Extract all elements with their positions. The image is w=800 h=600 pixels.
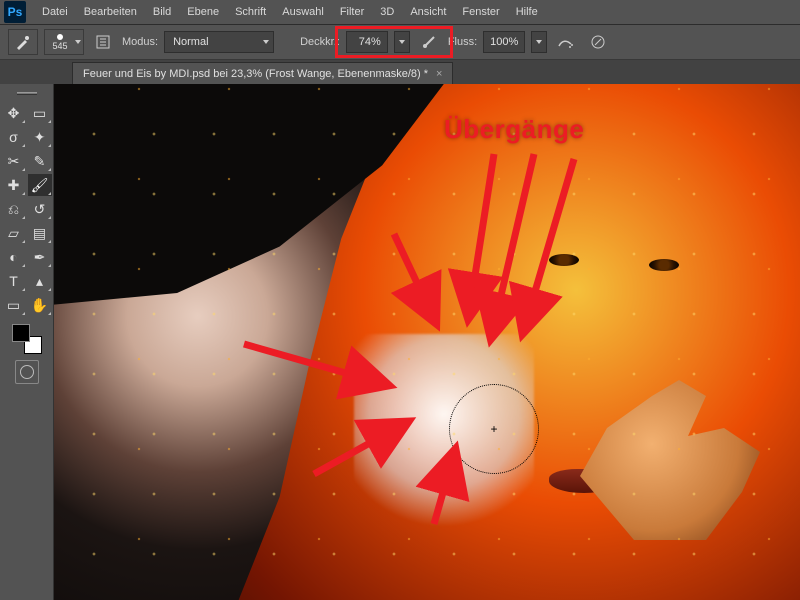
color-swatches[interactable] xyxy=(12,324,42,354)
airbrush-toggle[interactable] xyxy=(553,31,579,53)
shape-tool[interactable]: ▭ xyxy=(2,294,26,316)
submenu-indicator-icon xyxy=(48,240,51,243)
submenu-indicator-icon xyxy=(22,264,25,267)
flow-value: 100% xyxy=(490,36,518,48)
submenu-indicator-icon xyxy=(48,168,51,171)
move-tool[interactable]: ✥ xyxy=(2,102,26,124)
close-icon[interactable]: × xyxy=(436,68,442,80)
crop-tool[interactable]: ✂ xyxy=(2,150,26,172)
menu-window[interactable]: Fenster xyxy=(454,6,507,18)
clone-stamp-tool[interactable]: ⎌ xyxy=(2,198,26,220)
submenu-indicator-icon xyxy=(48,312,51,315)
menu-help[interactable]: Hilfe xyxy=(508,6,546,18)
submenu-indicator-icon xyxy=(22,240,25,243)
chevron-down-icon xyxy=(75,40,81,44)
blend-mode-label: Modus: xyxy=(122,36,158,48)
flow-label: Fluss: xyxy=(448,36,477,48)
opacity-value: 74% xyxy=(359,36,381,48)
menu-file[interactable]: Datei xyxy=(34,6,76,18)
submenu-indicator-icon xyxy=(22,144,25,147)
eyedropper-tool[interactable]: ✎ xyxy=(28,150,52,172)
foreground-color-swatch[interactable] xyxy=(12,324,30,342)
opacity-input[interactable]: 74% xyxy=(346,31,388,53)
submenu-indicator-icon xyxy=(48,120,51,123)
brush-panel-toggle[interactable] xyxy=(90,31,116,53)
submenu-indicator-icon xyxy=(22,312,25,315)
quick-mask-toggle[interactable] xyxy=(15,360,39,384)
submenu-indicator-icon xyxy=(48,216,51,219)
document-tab-strip: Feuer und Eis by MDI.psd bei 23,3% (Fros… xyxy=(0,60,800,84)
submenu-indicator-icon xyxy=(48,264,51,267)
tool-preset-picker[interactable] xyxy=(8,29,38,55)
app-logo: Ps xyxy=(4,1,26,23)
menu-edit[interactable]: Bearbeiten xyxy=(76,6,145,18)
submenu-indicator-icon xyxy=(22,120,25,123)
canvas-area[interactable]: Übergänge xyxy=(54,84,800,600)
hand-tool[interactable]: ✋ xyxy=(28,294,52,316)
submenu-indicator-icon xyxy=(48,144,51,147)
chevron-down-icon xyxy=(399,40,405,44)
submenu-indicator-icon xyxy=(22,192,25,195)
menu-view[interactable]: Ansicht xyxy=(402,6,454,18)
type-tool[interactable]: T xyxy=(2,270,26,292)
menu-layer[interactable]: Ebene xyxy=(179,6,227,18)
flow-dropdown[interactable] xyxy=(531,31,547,53)
submenu-indicator-icon xyxy=(22,288,25,291)
blend-mode-select[interactable]: Normal xyxy=(164,31,274,53)
chevron-down-icon xyxy=(263,40,269,44)
menu-filter[interactable]: Filter xyxy=(332,6,372,18)
marquee-tool[interactable]: ▭ xyxy=(28,102,52,124)
menu-select[interactable]: Auswahl xyxy=(274,6,332,18)
document-tab[interactable]: Feuer und Eis by MDI.psd bei 23,3% (Fros… xyxy=(72,62,453,84)
panel-grip[interactable] xyxy=(3,88,51,98)
submenu-indicator-icon xyxy=(48,288,51,291)
path-selection-tool[interactable]: ▴ xyxy=(28,270,52,292)
menu-image[interactable]: Bild xyxy=(145,6,179,18)
history-brush-tool[interactable]: ↺ xyxy=(28,198,52,220)
pressure-opacity-toggle[interactable] xyxy=(416,31,442,53)
magic-wand-tool[interactable]: ✦ xyxy=(28,126,52,148)
options-bar: 545 Modus: Normal Deckkr.: 74% Fluss: 10… xyxy=(0,24,800,60)
tutorial-arrow xyxy=(54,84,800,600)
submenu-indicator-icon xyxy=(48,192,51,195)
document-tab-title: Feuer und Eis by MDI.psd bei 23,3% (Fros… xyxy=(83,68,428,80)
flow-input[interactable]: 100% xyxy=(483,31,525,53)
brush-thumb-icon xyxy=(57,34,63,40)
opacity-label: Deckkr.: xyxy=(300,36,340,48)
brush-preset-picker[interactable]: 545 xyxy=(44,29,84,55)
menu-3d[interactable]: 3D xyxy=(372,6,402,18)
brush-tool[interactable]: 🖌 xyxy=(28,174,52,196)
gradient-tool[interactable]: ▤ xyxy=(28,222,52,244)
brush-size-label: 545 xyxy=(52,41,67,51)
pressure-size-toggle[interactable] xyxy=(585,31,611,53)
submenu-indicator-icon xyxy=(22,168,25,171)
menu-type[interactable]: Schrift xyxy=(227,6,274,18)
chevron-down-icon xyxy=(536,40,542,44)
blend-mode-value: Normal xyxy=(173,36,208,48)
menu-bar: Ps Datei Bearbeiten Bild Ebene Schrift A… xyxy=(0,0,800,24)
pen-tool[interactable]: ✒ xyxy=(28,246,52,268)
opacity-dropdown[interactable] xyxy=(394,31,410,53)
toolbox: ✥▭σ✦✂✎✚🖌⎌↺▱▤◐✒T▴▭✋ xyxy=(0,84,54,600)
healing-brush-tool[interactable]: ✚ xyxy=(2,174,26,196)
dodge-tool[interactable]: ◐ xyxy=(2,246,26,268)
document-canvas[interactable]: Übergänge xyxy=(54,84,800,600)
lasso-tool[interactable]: σ xyxy=(2,126,26,148)
workspace: ✥▭σ✦✂✎✚🖌⎌↺▱▤◐✒T▴▭✋ Übergänge xyxy=(0,84,800,600)
submenu-indicator-icon xyxy=(22,216,25,219)
eraser-tool[interactable]: ▱ xyxy=(2,222,26,244)
circle-icon xyxy=(20,365,34,379)
